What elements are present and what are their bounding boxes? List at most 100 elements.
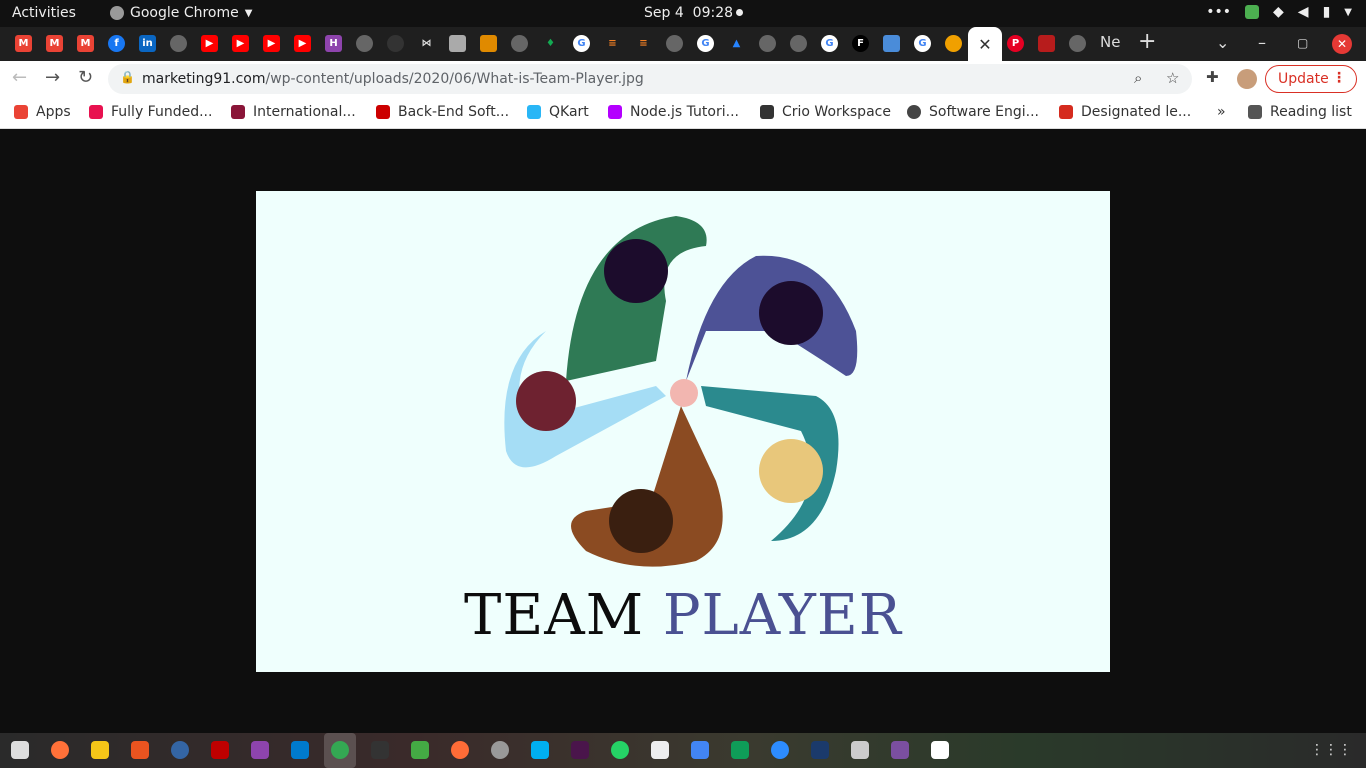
last-tab-label[interactable]: Ne <box>1100 33 1120 51</box>
filezilla-icon[interactable] <box>211 741 229 759</box>
forward-icon[interactable]: → <box>45 67 60 88</box>
chart-tab-icon[interactable] <box>480 35 497 52</box>
facebook-tab-icon[interactable]: f <box>108 35 125 52</box>
bookmarks-overflow-button[interactable]: » <box>1217 104 1226 120</box>
kebab-menu-icon[interactable]: ⋮ <box>1332 70 1346 86</box>
shield-icon[interactable] <box>1245 5 1260 19</box>
globe-tab-icon[interactable] <box>790 35 807 52</box>
youtube-tab-icon[interactable]: ▶ <box>232 35 249 52</box>
f-tab-icon[interactable]: F <box>852 35 869 52</box>
globe-tab-icon[interactable] <box>511 35 528 52</box>
clock[interactable]: Sep 4 09:28 <box>644 5 733 21</box>
sheets-icon[interactable] <box>731 741 749 759</box>
tab-search-icon[interactable]: ⌄ <box>1216 33 1229 52</box>
zoom-icon[interactable]: ⌕ <box>1134 69 1142 87</box>
bookmark-international[interactable]: International... <box>231 104 356 120</box>
text-editor-icon[interactable] <box>931 741 949 759</box>
globe-tab-icon[interactable] <box>666 35 683 52</box>
bookmark-star-icon[interactable]: ☆ <box>1166 69 1179 87</box>
close-tab-icon[interactable]: ✕ <box>978 35 991 54</box>
more-icon[interactable]: ••• <box>1206 4 1231 20</box>
new-tab-button[interactable]: + <box>1138 29 1156 54</box>
circle-tab-icon[interactable] <box>945 35 962 52</box>
settings-icon[interactable] <box>91 741 109 759</box>
lock-icon[interactable]: 🔒 <box>120 70 135 84</box>
atlassian-tab-icon[interactable]: ▲ <box>728 35 745 52</box>
volume-icon[interactable]: ◀ <box>1298 4 1309 20</box>
bookmark-back-end[interactable]: Back-End Soft... <box>376 104 509 120</box>
book-icon[interactable] <box>851 741 869 759</box>
system-tray[interactable]: ••• ◆ ◀ ▮ ▼ <box>1206 4 1352 20</box>
pinterest-tab-icon[interactable]: P <box>1007 35 1024 52</box>
show-apps-grid-icon[interactable]: ⋮⋮⋮ <box>1310 742 1352 758</box>
google-tab-icon[interactable]: G <box>821 35 838 52</box>
active-tab[interactable]: ✕ <box>968 27 1002 61</box>
back-icon[interactable]: ← <box>12 67 27 88</box>
google-tab-icon[interactable]: G <box>697 35 714 52</box>
linkedin-tab-icon[interactable]: in <box>139 35 156 52</box>
skype-icon[interactable] <box>531 741 549 759</box>
video-icon[interactable] <box>251 741 269 759</box>
app-icon[interactable] <box>811 741 829 759</box>
stackoverflow-tab-icon[interactable]: ≡ <box>635 35 652 52</box>
postman-icon[interactable] <box>451 741 469 759</box>
terminal-icon[interactable] <box>371 741 389 759</box>
globe-tab-icon[interactable] <box>759 35 776 52</box>
battery-icon[interactable]: ▮ <box>1323 4 1331 20</box>
bing-tab-icon[interactable] <box>883 35 900 52</box>
vscode-icon[interactable] <box>291 741 309 759</box>
app-menu[interactable]: Google Chrome ▼ <box>110 5 252 21</box>
hackerrank-tab-icon[interactable]: H <box>325 35 342 52</box>
google-tab-icon[interactable]: G <box>914 35 931 52</box>
bookmark-designated[interactable]: Designated le... <box>1059 104 1191 120</box>
reading-list-button[interactable]: Reading list <box>1248 104 1352 120</box>
extensions-icon[interactable]: ✚ <box>1206 68 1219 86</box>
bookmark-crio[interactable]: Crio Workspace <box>760 104 891 120</box>
firefox-icon[interactable] <box>51 741 69 759</box>
update-button[interactable]: Update ⋮ <box>1265 65 1357 93</box>
maximize-icon[interactable]: ▢ <box>1297 36 1308 50</box>
bookmark-nodejs[interactable]: Node.js Tutori... <box>608 104 739 120</box>
activities-button[interactable]: Activities <box>12 5 76 21</box>
image-viewer-icon[interactable] <box>411 741 429 759</box>
url-text[interactable]: marketing91.com/wp-content/uploads/2020/… <box>142 71 644 87</box>
chrome-icon[interactable] <box>331 741 349 759</box>
youtube-tab-icon[interactable]: ▶ <box>294 35 311 52</box>
app-tab-icon[interactable] <box>1038 35 1055 52</box>
whatsapp-icon[interactable] <box>611 741 629 759</box>
bookmark-qkart[interactable]: QKart <box>527 104 589 120</box>
zoom-app-icon[interactable] <box>771 741 789 759</box>
minimize-icon[interactable]: – <box>1258 33 1266 52</box>
stackoverflow-tab-icon[interactable]: ≡ <box>604 35 621 52</box>
gmail-tab-icon[interactable]: M <box>46 35 63 52</box>
window-close-icon[interactable]: ✕ <box>1332 34 1352 54</box>
software-center-icon[interactable] <box>131 741 149 759</box>
globe-tab-icon[interactable] <box>356 35 373 52</box>
globe-tab-icon[interactable] <box>170 35 187 52</box>
address-bar[interactable]: 🔒 marketing91.com/wp-content/uploads/202… <box>108 64 1192 94</box>
bowtie-tab-icon[interactable]: ⋈ <box>418 35 435 52</box>
mongodb-tab-icon[interactable]: ♦ <box>542 35 559 52</box>
app-icon[interactable] <box>491 741 509 759</box>
avatar[interactable] <box>1237 69 1257 89</box>
gmail-tab-icon[interactable]: M <box>77 35 94 52</box>
google-tab-icon[interactable]: G <box>573 35 590 52</box>
files-icon[interactable] <box>11 741 29 759</box>
wifi-icon[interactable]: ◆ <box>1273 4 1284 20</box>
youtube-tab-icon[interactable]: ▶ <box>201 35 218 52</box>
media-icon[interactable] <box>891 741 909 759</box>
reload-icon[interactable]: ↻ <box>78 67 93 88</box>
bookmark-apps[interactable]: Apps <box>14 104 71 120</box>
document-icon[interactable] <box>651 741 669 759</box>
globe-tab-icon[interactable] <box>1069 35 1086 52</box>
bookmark-fully-funded[interactable]: Fully Funded... <box>89 104 212 120</box>
app-icon[interactable] <box>171 741 189 759</box>
docs-icon[interactable] <box>691 741 709 759</box>
gmail-tab-icon[interactable]: M <box>15 35 32 52</box>
bookmark-software-engi[interactable]: Software Engi... <box>907 104 1039 120</box>
github-tab-icon[interactable] <box>387 35 404 52</box>
youtube-tab-icon[interactable]: ▶ <box>263 35 280 52</box>
app-tab-icon[interactable] <box>449 35 466 52</box>
slack-icon[interactable] <box>571 741 589 759</box>
system-menu-caret-icon[interactable]: ▼ <box>1344 7 1352 18</box>
